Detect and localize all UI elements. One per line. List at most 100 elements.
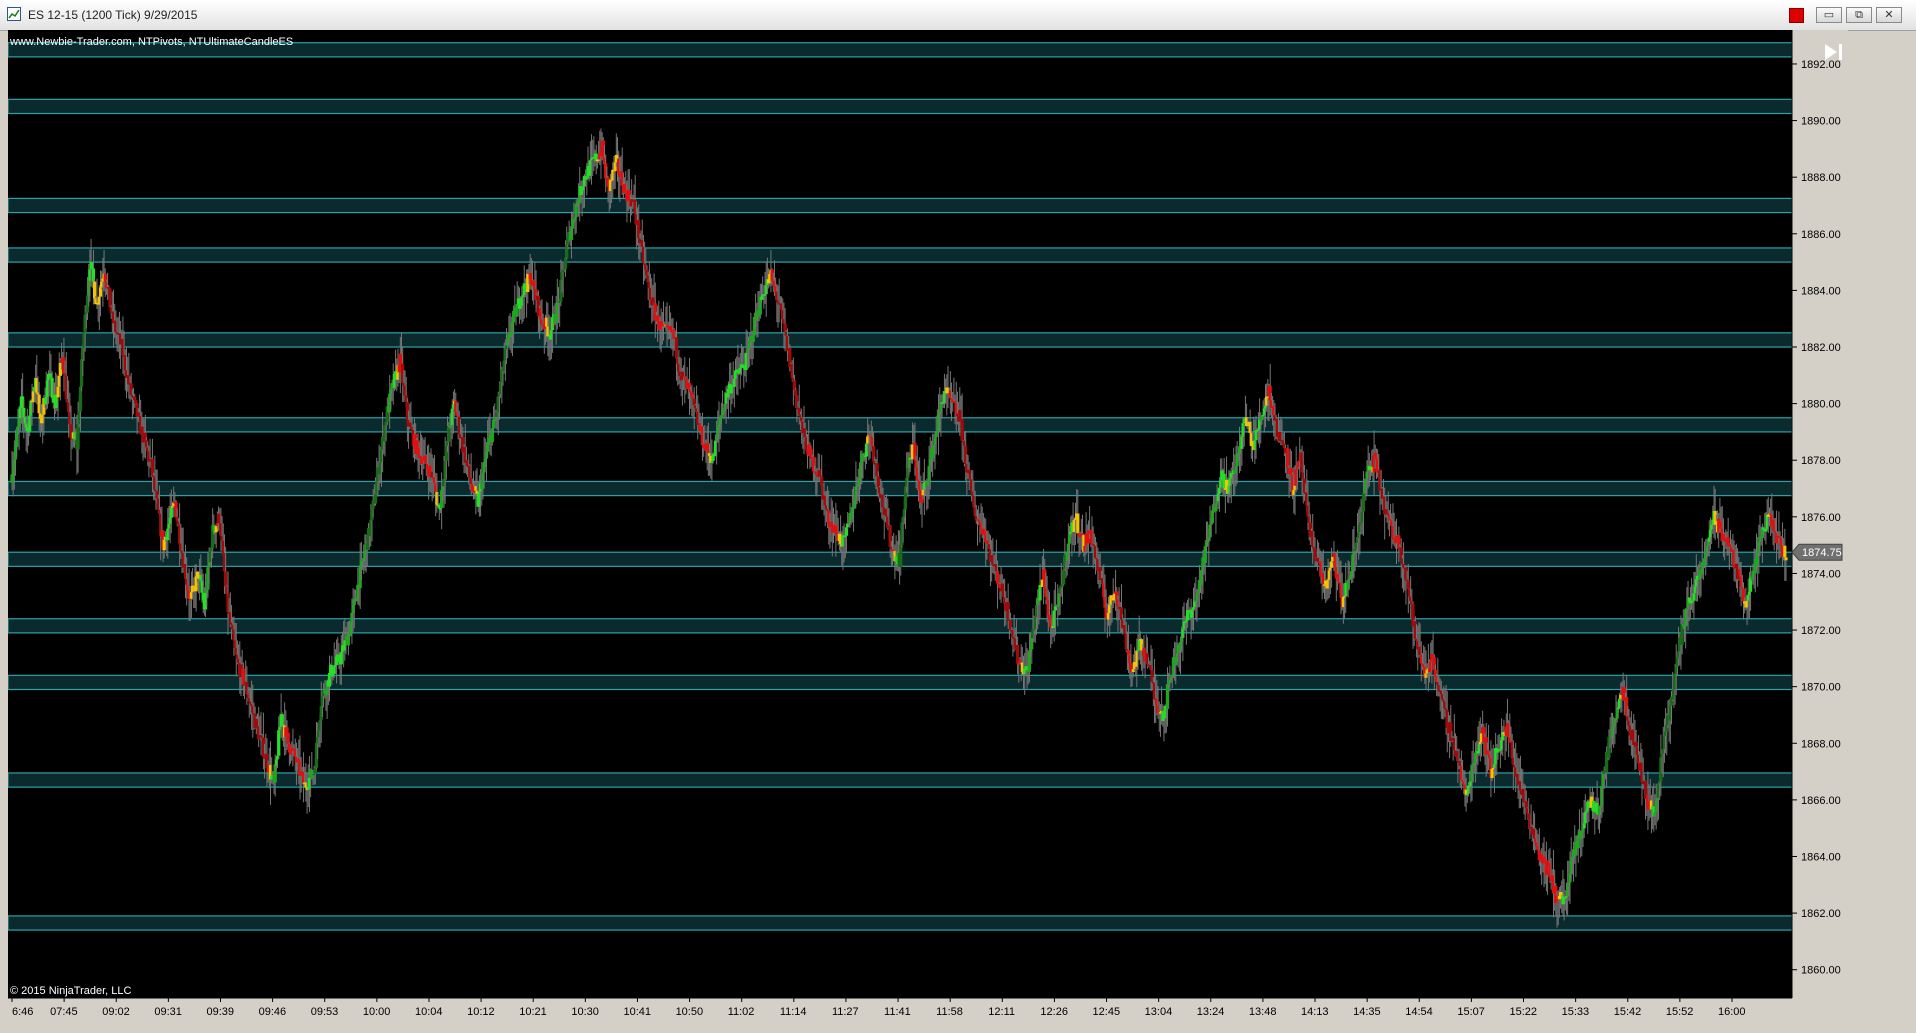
y-tick-label: 1870.00 [1801, 682, 1841, 694]
candle-body [794, 389, 798, 396]
pivot-band-9 [8, 674, 1793, 691]
candle-body [162, 539, 166, 551]
candle-body [373, 494, 378, 504]
x-tick-label: 14:54 [1405, 1006, 1433, 1018]
candle-body [1582, 823, 1586, 829]
x-tick-label: 13:24 [1197, 1006, 1225, 1018]
indicators-label: www.Newbie-Trader.com, NTPivots, NTUltim… [9, 36, 293, 48]
x-tick-label: 11:58 [936, 1006, 963, 1018]
candle-body [1076, 513, 1080, 534]
candle-body [1784, 557, 1788, 561]
title-bar[interactable]: ES 12-15 (1200 Tick) 9/29/2015 ▭ ⧉ ✕ [0, 0, 1916, 31]
pivot-band-5 [8, 417, 1793, 433]
y-tick-label: 1876.00 [1801, 512, 1841, 524]
x-tick-label: 10:12 [467, 1006, 495, 1018]
candle-body [286, 732, 290, 744]
x-tick-label: 13:48 [1249, 1006, 1277, 1018]
chart-app-icon [7, 7, 21, 21]
chart-window: ES 12-15 (1200 Tick) 9/29/2015 ▭ ⧉ ✕ 186… [0, 0, 1916, 1033]
chart-canvas[interactable]: 1860.00 1862.00 1864.00 1866.00 1868.00 1870.… [8, 30, 1848, 1030]
pivot-band-8 [8, 618, 1793, 634]
x-tick-label: 11:41 [884, 1006, 911, 1018]
x-tick-label: 11:14 [780, 1006, 807, 1018]
candle-body [1524, 801, 1528, 809]
copyright-label: © 2015 NinjaTrader, LLC [10, 985, 131, 997]
close-button[interactable]: ✕ [1876, 7, 1902, 23]
minimize-button[interactable]: ▭ [1816, 7, 1842, 23]
x-tick-label: 15:42 [1614, 1006, 1642, 1018]
candle-body [876, 476, 880, 488]
current-price-label: 1874.75 [1802, 547, 1842, 559]
x-tick-label: 10:04 [415, 1006, 443, 1018]
y-tick-label: 1864.00 [1801, 851, 1841, 863]
y-tick-label: 1872.00 [1801, 625, 1841, 637]
candle-body [133, 396, 137, 401]
candle-body [1047, 614, 1052, 621]
x-tick-label: 12:45 [1093, 1006, 1121, 1018]
y-tick-label: 1886.00 [1801, 229, 1841, 241]
candle-body [563, 257, 568, 269]
alert-indicator[interactable] [1789, 7, 1804, 23]
candle-body [1165, 685, 1170, 710]
candle-body [93, 281, 97, 299]
candle-body [1692, 593, 1696, 601]
x-tick-label: 09:46 [259, 1006, 287, 1018]
x-tick-label: 11:02 [728, 1006, 755, 1018]
y-tick-label: 1888.00 [1801, 172, 1841, 184]
y-tick-label: 1880.00 [1801, 399, 1841, 411]
x-tick-label: 14:35 [1353, 1006, 1381, 1018]
candle-body [995, 571, 1000, 584]
y-tick-label: 1884.00 [1801, 285, 1841, 297]
candle-body [1490, 768, 1494, 779]
pivot-band-6 [8, 480, 1793, 497]
x-tick-label: 11:27 [832, 1006, 859, 1018]
x-tick-label: 09:39 [206, 1006, 234, 1018]
current-price-marker: 1874.75 [1791, 543, 1843, 561]
candle-body [960, 418, 964, 441]
y-tick-label: 1868.00 [1801, 738, 1841, 750]
y-tick-label: 1862.00 [1801, 908, 1841, 920]
pivot-band-2 [8, 197, 1793, 214]
restore-button[interactable]: ⧉ [1846, 7, 1872, 23]
x-tick-label: 15:22 [1510, 1006, 1538, 1018]
y-tick-label: 1878.00 [1801, 455, 1841, 467]
y-tick-label: 1890.00 [1801, 116, 1841, 128]
price-chart[interactable]: 1860.00 1862.00 1864.00 1866.00 1868.00 1870.… [8, 30, 1848, 1030]
x-tick-label: 09:53 [311, 1006, 339, 1018]
candle-body [1527, 813, 1531, 820]
x-tick-label: 10:50 [676, 1006, 704, 1018]
pivot-band-1 [8, 98, 1793, 115]
y-tick-label: 1892.00 [1801, 59, 1841, 71]
x-tick-label: 10:00 [363, 1006, 391, 1018]
candle-body [56, 386, 60, 398]
x-tick-label: 16:00 [1718, 1006, 1746, 1018]
x-tick-label: 15:07 [1457, 1006, 1485, 1018]
candle-body [277, 730, 281, 756]
x-tick-label: 09:02 [102, 1006, 130, 1018]
x-tick-label: 10:21 [519, 1006, 547, 1018]
y-tick-label: 1882.00 [1801, 342, 1841, 354]
x-tick-label: 12:11 [988, 1006, 1015, 1018]
x-tick-label: 13:04 [1145, 1006, 1173, 1018]
candle-body [674, 337, 679, 359]
candle-body [820, 476, 824, 485]
pivot-band-3 [8, 247, 1793, 263]
x-tick-label: 15:33 [1562, 1006, 1590, 1018]
pivot-band-11 [8, 915, 1793, 931]
candle-body [15, 433, 19, 448]
candle-body [108, 288, 112, 308]
candle-body [1406, 580, 1410, 590]
candle-body [967, 469, 971, 474]
candle-body [899, 545, 903, 567]
candle-body [1129, 662, 1133, 670]
x-tick-label: 15:52 [1666, 1006, 1694, 1018]
candle-body [719, 415, 723, 419]
x-tick-label: 6:46 [12, 1006, 33, 1018]
x-tick-label: 10:41 [623, 1006, 651, 1018]
y-tick-label: 1866.00 [1801, 795, 1841, 807]
candle-body [1214, 503, 1218, 512]
candle-body [339, 652, 343, 665]
candle-body [1361, 493, 1366, 512]
candle-body [1062, 569, 1066, 585]
candle-body [751, 335, 755, 342]
